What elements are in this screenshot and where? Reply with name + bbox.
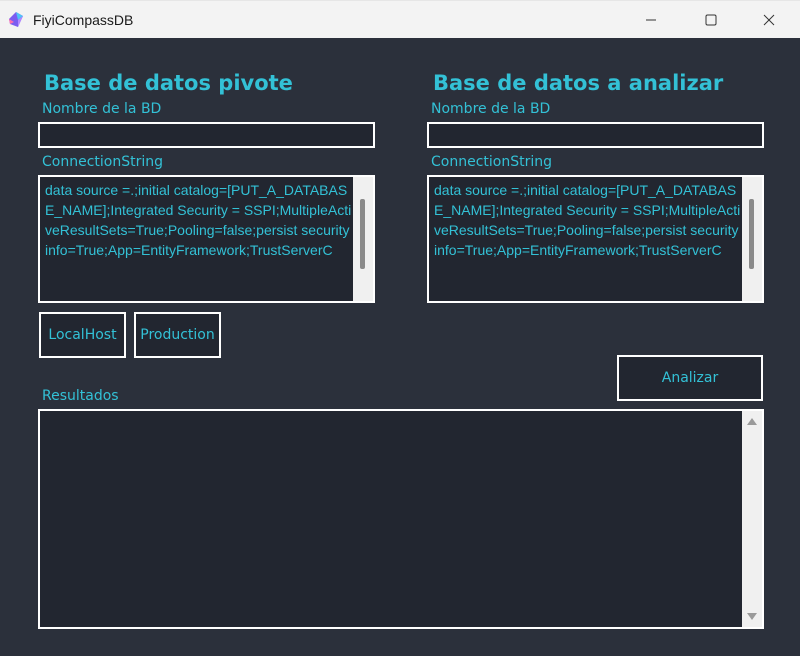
scroll-down-icon[interactable] [747,613,757,620]
pivot-name-label: Nombre de la BD [42,101,162,117]
results-scrollbar[interactable] [742,411,762,627]
maximize-button[interactable] [682,1,740,39]
pivot-connection-textarea[interactable]: data source =.;initial catalog=[PUT_A_DA… [38,175,375,303]
target-name-label: Nombre de la BD [431,101,551,117]
window-title: FiyiCompassDB [33,12,134,28]
title-bar[interactable]: FiyiCompassDB [0,0,800,38]
analyze-button[interactable]: Analizar [617,355,763,401]
target-heading: Base de datos a analizar [433,71,724,95]
pivot-connection-text: data source =.;initial catalog=[PUT_A_DA… [45,182,352,258]
scroll-thumb[interactable] [749,199,754,269]
target-name-input[interactable] [427,122,764,148]
target-connection-textarea[interactable]: data source =.;initial catalog=[PUT_A_DA… [427,175,764,303]
pivot-name-input[interactable] [38,122,375,148]
minimize-button[interactable] [622,1,680,39]
close-button[interactable] [740,1,798,39]
scroll-thumb[interactable] [360,199,365,269]
results-label: Resultados [42,388,119,404]
target-connection-scrollbar[interactable] [742,177,762,301]
production-button[interactable]: Production [134,312,221,358]
target-connection-text: data source =.;initial catalog=[PUT_A_DA… [434,182,741,258]
maximize-icon [705,14,717,26]
minimize-icon [645,14,657,26]
close-icon [763,14,775,26]
pivot-connection-label: ConnectionString [42,154,163,170]
scroll-up-icon[interactable] [747,418,757,425]
pivot-heading: Base de datos pivote [44,71,293,95]
localhost-button[interactable]: LocalHost [39,312,126,358]
target-connection-label: ConnectionString [431,154,552,170]
app-logo-icon [7,11,25,29]
results-textarea[interactable] [38,409,764,629]
pivot-connection-scrollbar[interactable] [353,177,373,301]
